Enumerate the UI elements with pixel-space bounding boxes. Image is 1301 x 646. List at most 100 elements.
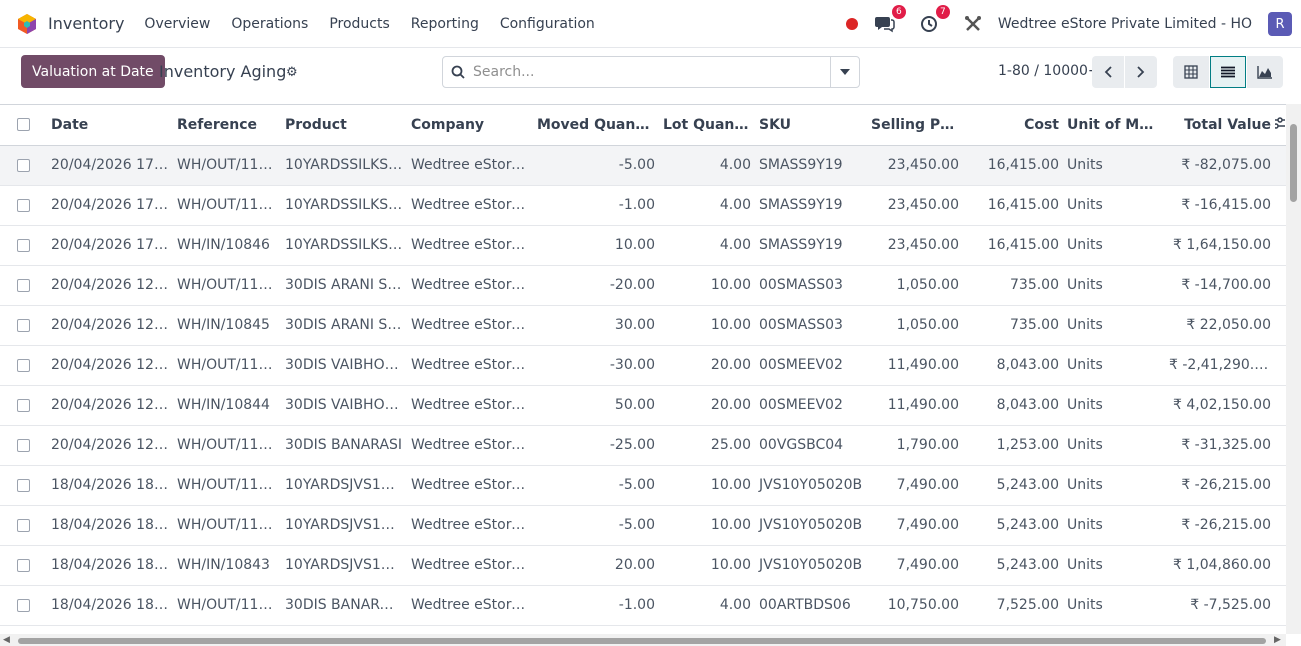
table-row[interactable]: 20/04/2026 17:51:38WH/OUT/11624910YARDSS… <box>0 185 1286 226</box>
select-all-checkbox[interactable] <box>0 105 47 146</box>
cell-total-value: ₹ -82,075.00 <box>1165 145 1275 186</box>
menu-reporting[interactable]: Reporting <box>411 16 479 32</box>
table-row[interactable]: 20/04/2026 17:51:38WH/OUT/11625010YARDSS… <box>0 145 1286 186</box>
cell-unit-of-measure: Units <box>1063 225 1165 266</box>
column-moved-quantity[interactable]: Moved Quantity <box>533 105 659 146</box>
table-row[interactable]: 20/04/2026 17:51:38WH/IN/1084610YARDSSIL… <box>0 225 1286 266</box>
horizontal-scrollbar[interactable]: ◀ ▶ <box>0 634 1286 646</box>
table-row[interactable]: 18/04/2026 18:12:45WH/OUT/11624330DIS BA… <box>0 585 1286 626</box>
cell-moved-quantity: -20.00 <box>533 265 659 306</box>
user-avatar[interactable]: R <box>1268 12 1292 36</box>
row-checkbox[interactable] <box>0 585 47 626</box>
search-input[interactable] <box>473 64 823 80</box>
cell-company: Wedtree eStore Private Limited - HO <box>407 185 533 226</box>
column-unit-of-measure[interactable]: Unit of Measure <box>1063 105 1165 146</box>
menu-overview[interactable]: Overview <box>144 16 210 32</box>
cell-cost: 7,525.00 <box>963 585 1063 626</box>
row-spacer <box>1275 265 1286 306</box>
column-sku[interactable]: SKU <box>755 105 867 146</box>
optional-columns-toggle[interactable] <box>1275 105 1286 146</box>
cell-product: 10YARDSJVS10Y05020 <box>281 505 407 546</box>
table-row[interactable]: 20/04/2026 12:33:10WH/OUT/11624830DIS AR… <box>0 265 1286 306</box>
cell-date: 18/04/2026 18:40:11 <box>47 505 173 546</box>
cell-reference: WH/IN/10844 <box>173 385 281 426</box>
list-view-button[interactable] <box>1210 56 1246 88</box>
app-name[interactable]: Inventory <box>48 14 124 33</box>
debug-tools-icon[interactable] <box>962 13 984 35</box>
column-reference[interactable]: Reference <box>173 105 281 146</box>
cell-moved-quantity: 20.00 <box>533 545 659 586</box>
table-row[interactable]: 18/04/2026 18:40:11WH/OUT/11624510YARDSJ… <box>0 465 1286 506</box>
scroll-right-arrow-icon[interactable]: ▶ <box>1274 634 1281 646</box>
cell-lot-quantity: 10.00 <box>659 305 755 346</box>
cell-selling-price: 10,750.00 <box>867 585 963 626</box>
row-checkbox[interactable] <box>0 145 47 186</box>
column-lot-quantity[interactable]: Lot Quantity <box>659 105 755 146</box>
pivot-view-button[interactable] <box>1173 56 1209 88</box>
inventory-app-icon[interactable] <box>16 13 38 35</box>
horizontal-scrollbar-thumb[interactable] <box>18 638 1266 644</box>
cell-unit-of-measure: Units <box>1063 305 1165 346</box>
gear-icon[interactable]: ⚙ <box>286 65 298 80</box>
cell-total-value: ₹ 4,02,150.00 <box>1165 385 1275 426</box>
row-checkbox[interactable] <box>0 425 47 466</box>
cell-lot-quantity: 10.00 <box>659 465 755 506</box>
column-company[interactable]: Company <box>407 105 533 146</box>
pager-next-button[interactable] <box>1125 56 1157 88</box>
row-checkbox[interactable] <box>0 265 47 306</box>
cell-cost: 735.00 <box>963 305 1063 346</box>
cell-date: 20/04/2026 12:05:02 <box>47 425 173 466</box>
activities-clock-icon[interactable]: 7 <box>918 5 950 35</box>
recording-indicator-icon[interactable] <box>845 18 858 30</box>
company-switcher[interactable]: Wedtree eStore Private Limited - HO <box>998 16 1252 32</box>
vertical-scrollbar[interactable] <box>1286 104 1301 634</box>
cell-cost: 8,043.00 <box>963 385 1063 426</box>
row-checkbox[interactable] <box>0 225 47 266</box>
cell-selling-price: 7,490.00 <box>867 545 963 586</box>
valuation-at-date-button[interactable]: Valuation at Date <box>21 55 165 88</box>
page-title: Inventory Aging <box>159 62 287 81</box>
messages-icon[interactable]: 6 <box>874 5 906 35</box>
cell-lot-quantity: 20.00 <box>659 345 755 386</box>
cell-company: Wedtree eStore Private Limited - HO <box>407 545 533 586</box>
table-row[interactable]: 18/04/2026 18:40:11WH/IN/1084310YARDSJVS… <box>0 545 1286 586</box>
row-checkbox[interactable] <box>0 185 47 226</box>
cell-unit-of-measure: Units <box>1063 385 1165 426</box>
row-checkbox[interactable] <box>0 465 47 506</box>
row-checkbox[interactable] <box>0 385 47 426</box>
table-row[interactable]: 20/04/2026 12:21:47WH/IN/1084430DIS VAIB… <box>0 385 1286 426</box>
column-date[interactable]: Date <box>47 105 173 146</box>
row-checkbox[interactable] <box>0 505 47 546</box>
table-row[interactable]: 20/04/2026 12:33:10WH/IN/1084530DIS ARAN… <box>0 305 1286 346</box>
search-bar <box>442 56 860 88</box>
menu-configuration[interactable]: Configuration <box>500 16 595 32</box>
menu-operations[interactable]: Operations <box>231 16 308 32</box>
scroll-left-arrow-icon[interactable]: ◀ <box>3 634 10 646</box>
column-total-value[interactable]: Total Value <box>1165 105 1275 146</box>
table-row[interactable]: 20/04/2026 12:05:02WH/OUT/11624630DIS BA… <box>0 425 1286 466</box>
cell-company: Wedtree eStore Private Limited - HO <box>407 265 533 306</box>
column-cost[interactable]: Cost <box>963 105 1063 146</box>
menu-products[interactable]: Products <box>329 16 389 32</box>
vertical-scrollbar-thumb[interactable] <box>1290 124 1297 202</box>
table-row[interactable]: 18/04/2026 18:40:11WH/OUT/11624410YARDSJ… <box>0 505 1286 546</box>
cell-date: 20/04/2026 17:51:38 <box>47 145 173 186</box>
row-checkbox[interactable] <box>0 305 47 346</box>
graph-view-button[interactable] <box>1247 56 1283 88</box>
cell-lot-quantity: 20.00 <box>659 385 755 426</box>
cell-lot-quantity: 4.00 <box>659 585 755 626</box>
cell-date: 18/04/2026 18:12:45 <box>47 585 173 626</box>
cell-lot-quantity: 4.00 <box>659 225 755 266</box>
row-checkbox[interactable] <box>0 545 47 586</box>
cell-selling-price: 23,450.00 <box>867 145 963 186</box>
pager-value[interactable]: 1-80 / 10000+ <box>998 63 1100 79</box>
cell-cost: 735.00 <box>963 265 1063 306</box>
pager-previous-button[interactable] <box>1092 56 1124 88</box>
column-product[interactable]: Product <box>281 105 407 146</box>
search-options-toggle[interactable] <box>830 57 859 87</box>
row-checkbox[interactable] <box>0 345 47 386</box>
table-row[interactable]: 20/04/2026 12:21:47WH/OUT/11624730DIS VA… <box>0 345 1286 386</box>
cell-cost: 16,415.00 <box>963 145 1063 186</box>
column-selling-price[interactable]: Selling Price <box>867 105 963 146</box>
row-spacer <box>1275 145 1286 186</box>
